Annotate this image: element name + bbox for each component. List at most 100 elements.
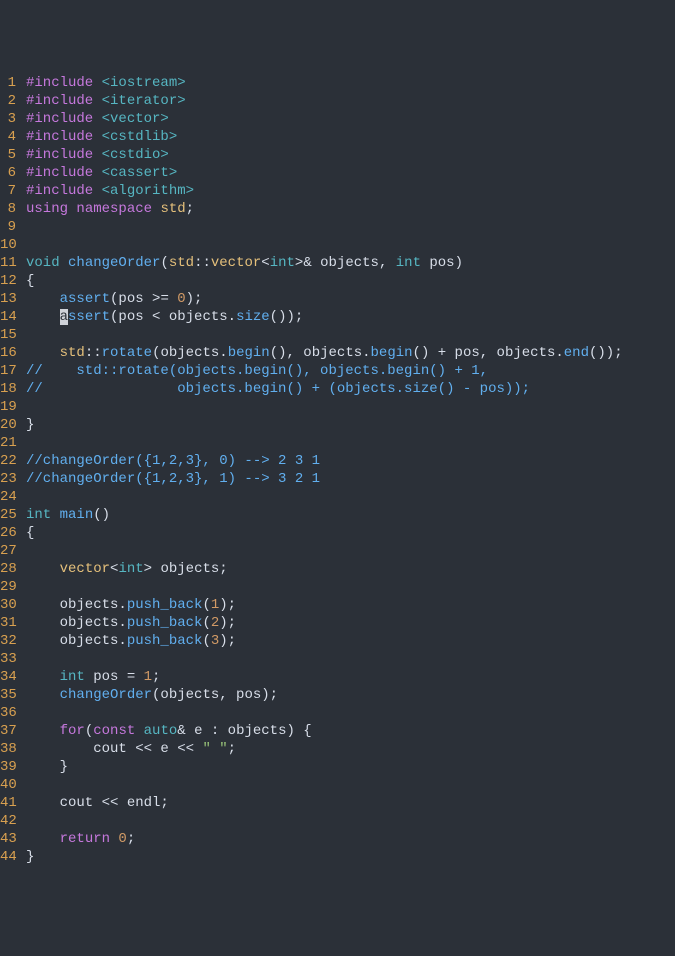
code-line[interactable]: //changeOrder({1,2,3}, 1) --> 3 2 1 xyxy=(26,470,623,488)
line-number: 9 xyxy=(0,218,16,236)
token-fn: assert xyxy=(60,291,110,307)
token-fn: size xyxy=(236,309,270,325)
code-line[interactable]: // objects.begin() + (objects.size() - p… xyxy=(26,380,623,398)
line-number: 24 xyxy=(0,488,16,506)
line-number: 30 xyxy=(0,596,16,614)
code-line[interactable] xyxy=(26,326,623,344)
code-line[interactable]: { xyxy=(26,272,623,290)
token-id: (objects, pos); xyxy=(152,687,278,703)
code-line[interactable] xyxy=(26,542,623,560)
token-pu: ; xyxy=(152,669,160,685)
code-line[interactable] xyxy=(26,218,623,236)
code-line[interactable]: objects.push_back(2); xyxy=(26,614,623,632)
token-pu: ( xyxy=(160,255,168,271)
code-line[interactable] xyxy=(26,398,623,416)
token-kw: const xyxy=(93,723,143,739)
code-line[interactable] xyxy=(26,434,623,452)
code-line[interactable]: return 0; xyxy=(26,830,623,848)
token-id: pos = xyxy=(93,669,143,685)
line-number: 32 xyxy=(0,632,16,650)
code-line[interactable]: cout << endl; xyxy=(26,794,623,812)
code-line[interactable]: void changeOrder(std::vector<int>& objec… xyxy=(26,254,623,272)
token-cm2: // objects.begin() + (objects.size() - p… xyxy=(26,381,530,397)
token-pp: #include xyxy=(26,165,102,181)
code-line[interactable]: using namespace std; xyxy=(26,200,623,218)
code-area[interactable]: #include <iostream>#include <iterator>#i… xyxy=(20,74,623,866)
code-line[interactable]: objects.push_back(1); xyxy=(26,596,623,614)
code-line[interactable]: #include <vector> xyxy=(26,110,623,128)
line-number: 19 xyxy=(0,398,16,416)
code-line[interactable]: int pos = 1; xyxy=(26,668,623,686)
token-pu: ( xyxy=(202,615,210,631)
token-ty: int xyxy=(396,255,430,271)
code-line[interactable]: #include <algorithm> xyxy=(26,182,623,200)
line-number: 21 xyxy=(0,434,16,452)
token-inc: <iterator> xyxy=(102,93,186,109)
line-number: 33 xyxy=(0,650,16,668)
token-id xyxy=(26,309,60,325)
code-line[interactable]: assert(pos >= 0); xyxy=(26,290,623,308)
token-fn: begin xyxy=(228,345,270,361)
code-line[interactable] xyxy=(26,776,623,794)
code-line[interactable]: //changeOrder({1,2,3}, 0) --> 2 3 1 xyxy=(26,452,623,470)
token-id xyxy=(26,669,60,685)
code-line[interactable]: int main() xyxy=(26,506,623,524)
token-id xyxy=(26,561,60,577)
code-line[interactable]: { xyxy=(26,524,623,542)
code-line[interactable]: assert(pos < objects.size()); xyxy=(26,308,623,326)
line-number: 11 xyxy=(0,254,16,272)
token-id xyxy=(26,291,60,307)
code-line[interactable]: objects.push_back(3); xyxy=(26,632,623,650)
line-number: 22 xyxy=(0,452,16,470)
code-line[interactable]: std::rotate(objects.begin(), objects.beg… xyxy=(26,344,623,362)
token-fn: main xyxy=(60,507,94,523)
token-fn: rotate xyxy=(102,345,152,361)
line-number: 7 xyxy=(0,182,16,200)
code-editor[interactable]: 1234567891011121314151617181920212223242… xyxy=(0,72,675,866)
code-line[interactable]: vector<int> objects; xyxy=(26,560,623,578)
token-ylw: std xyxy=(160,201,185,217)
token-ty: int xyxy=(118,561,143,577)
code-line[interactable]: #include <cstdlib> xyxy=(26,128,623,146)
token-kw: using xyxy=(26,201,76,217)
code-line[interactable]: #include <iterator> xyxy=(26,92,623,110)
token-pp: #include xyxy=(26,129,102,145)
line-number: 36 xyxy=(0,704,16,722)
token-num: 3 xyxy=(211,633,219,649)
code-line[interactable]: changeOrder(objects, pos); xyxy=(26,686,623,704)
token-id: objects xyxy=(320,255,379,271)
code-line[interactable]: #include <cstdio> xyxy=(26,146,623,164)
line-number: 13 xyxy=(0,290,16,308)
token-inc: <algorithm> xyxy=(102,183,194,199)
token-pu: ); xyxy=(219,633,236,649)
line-number: 26 xyxy=(0,524,16,542)
token-pu: } xyxy=(26,849,34,865)
token-pu: ()); xyxy=(270,309,304,325)
token-cm2: //changeOrder({1,2,3}, 1) --> 3 2 1 xyxy=(26,471,320,487)
code-line[interactable] xyxy=(26,812,623,830)
token-fn: push_back xyxy=(127,633,203,649)
line-number: 40 xyxy=(0,776,16,794)
token-inc: <cassert> xyxy=(102,165,178,181)
code-line[interactable]: // std::rotate(objects.begin(), objects.… xyxy=(26,362,623,380)
line-number: 34 xyxy=(0,668,16,686)
code-line[interactable]: #include <cassert> xyxy=(26,164,623,182)
code-line[interactable] xyxy=(26,704,623,722)
code-line[interactable]: } xyxy=(26,416,623,434)
token-kw: for xyxy=(60,723,85,739)
token-cm2: // std::rotate(objects.begin(), objects.… xyxy=(26,363,488,379)
code-line[interactable]: } xyxy=(26,758,623,776)
token-id: > objects; xyxy=(144,561,228,577)
code-line[interactable] xyxy=(26,650,623,668)
code-line[interactable] xyxy=(26,578,623,596)
token-id xyxy=(26,723,60,739)
code-line[interactable] xyxy=(26,488,623,506)
code-line[interactable]: cout << e << " "; xyxy=(26,740,623,758)
token-fn: push_back xyxy=(127,615,203,631)
code-line[interactable]: } xyxy=(26,848,623,866)
code-line[interactable] xyxy=(26,236,623,254)
code-line[interactable]: #include <iostream> xyxy=(26,74,623,92)
line-number: 25 xyxy=(0,506,16,524)
code-line[interactable]: for(const auto& e : objects) { xyxy=(26,722,623,740)
token-id: () + pos, objects. xyxy=(413,345,564,361)
